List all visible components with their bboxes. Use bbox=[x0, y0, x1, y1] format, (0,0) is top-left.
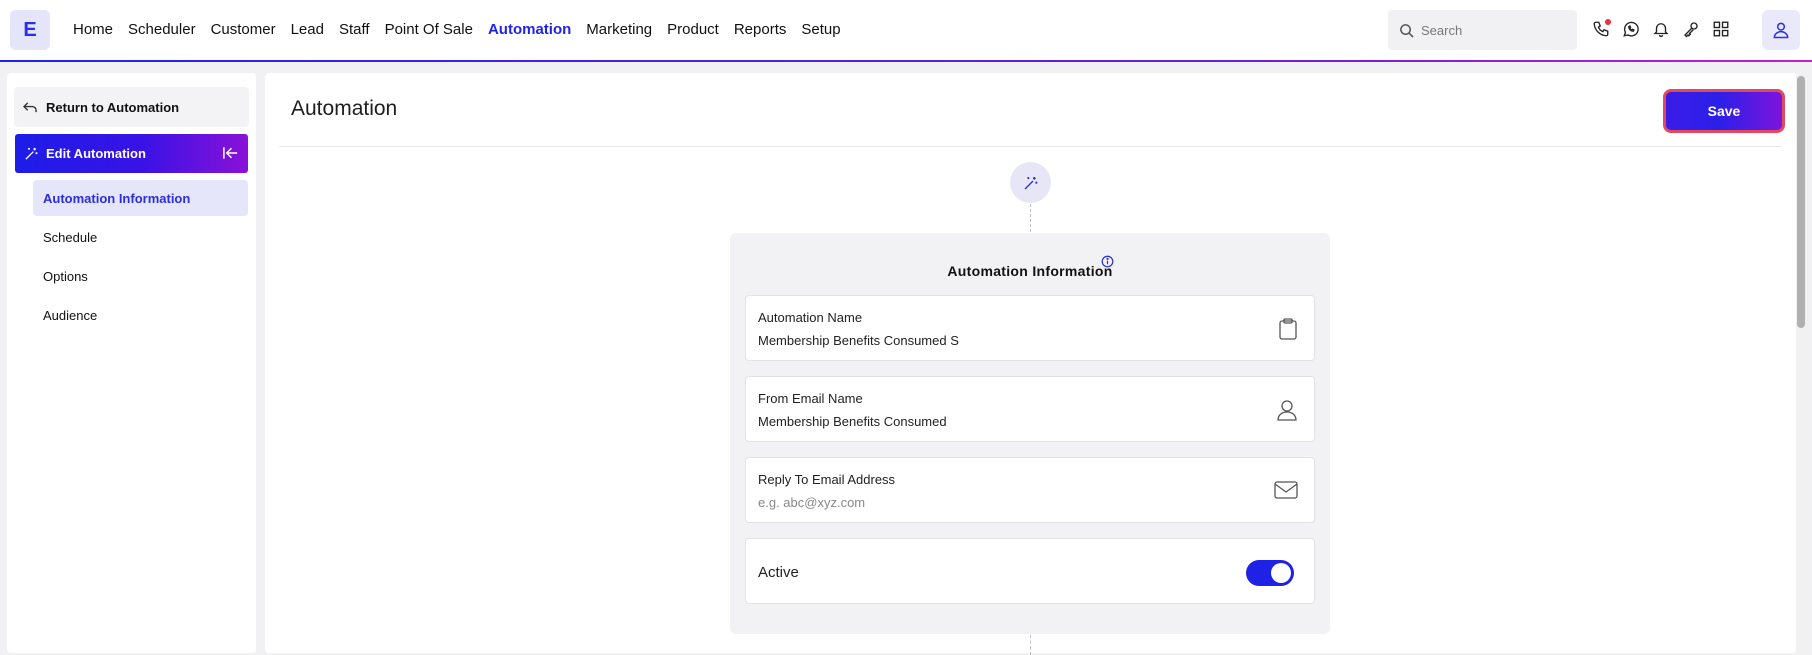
automation-name-input[interactable] bbox=[758, 333, 1238, 348]
sidebar-menu: Automation Information Schedule Options … bbox=[33, 180, 248, 336]
phone-icon[interactable] bbox=[1591, 17, 1611, 41]
active-field: Active bbox=[745, 538, 1315, 604]
search-input[interactable] bbox=[1421, 22, 1571, 38]
automation-name-field: Automation Name bbox=[745, 295, 1315, 361]
top-navbar: E Home Scheduler Customer Lead Staff Poi… bbox=[0, 0, 1812, 62]
search-icon bbox=[1400, 23, 1414, 38]
active-label: Active bbox=[758, 564, 799, 581]
nav-home[interactable]: Home bbox=[73, 19, 113, 41]
active-toggle[interactable] bbox=[1246, 560, 1294, 586]
step-wand-badge bbox=[1010, 162, 1051, 203]
return-arrow-icon bbox=[23, 101, 37, 112]
edit-automation-header: Edit Automation bbox=[15, 134, 248, 173]
apps-grid-icon[interactable] bbox=[1711, 17, 1731, 41]
connector-line-bottom bbox=[1030, 635, 1031, 655]
sidebar-item-options[interactable]: Options bbox=[33, 258, 248, 294]
notification-dot bbox=[1605, 19, 1611, 25]
nav-product[interactable]: Product bbox=[667, 19, 719, 41]
nav-automation[interactable]: Automation bbox=[488, 19, 571, 41]
top-icon-group bbox=[1591, 17, 1731, 41]
connector-line bbox=[1030, 204, 1031, 232]
return-to-automation-button[interactable]: Return to Automation bbox=[14, 87, 249, 127]
app-logo[interactable]: E bbox=[10, 10, 50, 50]
automation-name-label: Automation Name bbox=[758, 310, 863, 325]
return-label: Return to Automation bbox=[46, 99, 180, 115]
reply-to-email-label: Reply To Email Address bbox=[758, 472, 896, 487]
clipboard-icon bbox=[1279, 318, 1297, 340]
sidebar-item-automation-information[interactable]: Automation Information bbox=[33, 180, 248, 216]
info-icon[interactable] bbox=[1101, 255, 1114, 268]
main-nav: Home Scheduler Customer Lead Staff Point… bbox=[73, 19, 856, 41]
automation-information-card: Automation Information Automation Name F… bbox=[730, 233, 1330, 634]
card-title: Automation Information bbox=[947, 263, 1113, 279]
save-button[interactable]: Save bbox=[1663, 89, 1785, 133]
page-title: Automation bbox=[291, 97, 398, 120]
main-panel: Automation Save Automation Information A… bbox=[265, 73, 1797, 655]
edit-automation-title: Edit Automation bbox=[46, 146, 146, 161]
from-email-name-field: From Email Name bbox=[745, 376, 1315, 442]
scrollbar-thumb[interactable] bbox=[1797, 76, 1805, 328]
bell-icon[interactable] bbox=[1651, 17, 1671, 41]
reply-to-email-field: Reply To Email Address bbox=[745, 457, 1315, 523]
sidebar-item-audience[interactable]: Audience bbox=[33, 297, 248, 333]
nav-lead[interactable]: Lead bbox=[291, 19, 324, 41]
search-box[interactable] bbox=[1388, 10, 1577, 50]
header-divider bbox=[279, 146, 1781, 147]
reply-to-email-input[interactable] bbox=[758, 495, 1238, 510]
user-icon bbox=[1773, 22, 1789, 39]
sidebar-item-schedule[interactable]: Schedule bbox=[33, 219, 248, 255]
nav-staff[interactable]: Staff bbox=[339, 19, 370, 41]
magic-wand-icon bbox=[25, 147, 38, 160]
nav-customer[interactable]: Customer bbox=[211, 19, 276, 41]
nav-scheduler[interactable]: Scheduler bbox=[128, 19, 196, 41]
collapse-sidebar-icon[interactable] bbox=[222, 145, 239, 161]
mail-icon bbox=[1274, 481, 1298, 499]
magic-wand-icon bbox=[1024, 176, 1037, 189]
from-email-name-input[interactable] bbox=[758, 414, 1238, 429]
whatsapp-icon[interactable] bbox=[1621, 17, 1641, 41]
nav-setup[interactable]: Setup bbox=[801, 19, 840, 41]
sidebar: Return to Automation Edit Automation Aut… bbox=[7, 73, 256, 653]
key-icon[interactable] bbox=[1681, 17, 1701, 41]
nav-marketing[interactable]: Marketing bbox=[586, 19, 652, 41]
nav-reports[interactable]: Reports bbox=[734, 19, 787, 41]
from-email-name-label: From Email Name bbox=[758, 391, 863, 406]
person-icon bbox=[1277, 400, 1297, 421]
nav-point-of-sale[interactable]: Point Of Sale bbox=[385, 19, 473, 41]
user-avatar[interactable] bbox=[1762, 10, 1800, 50]
